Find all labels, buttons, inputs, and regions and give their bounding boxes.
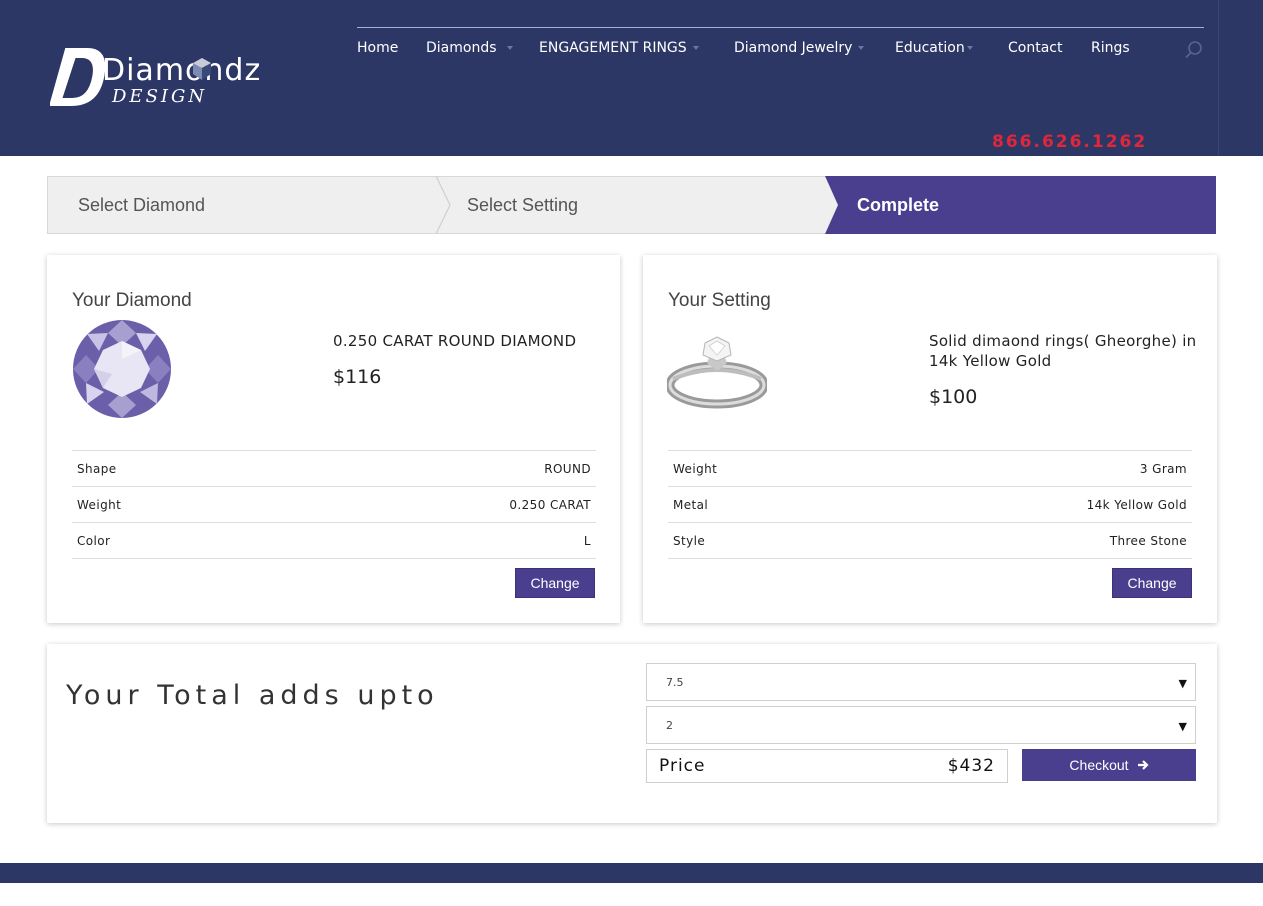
nav-engagement-rings[interactable]: ENGAGEMENT RINGS [539, 40, 699, 56]
setting-card-title: Your Setting [668, 290, 771, 311]
nav-label: Rings [1091, 40, 1130, 56]
table-row: Shape ROUND [72, 451, 596, 487]
nav-diamond-jewelry[interactable]: Diamond Jewelry [734, 40, 865, 56]
diamond-name: 0.250 CARAT ROUND DIAMOND [333, 332, 577, 350]
price-label: Price [659, 756, 706, 776]
spec-label: Shape [77, 461, 117, 476]
spec-label: Style [673, 533, 706, 548]
spec-value: L [583, 533, 591, 548]
dropdown-arrow-icon: ▼ [1178, 720, 1187, 733]
diamond-image [73, 320, 171, 418]
spec-value: 0.250 CARAT [509, 497, 591, 512]
site-header: Diamondz DESIGN Home Diamonds ENGAGEMENT… [0, 0, 1263, 156]
change-setting-button[interactable]: Change [1112, 568, 1192, 598]
chevron-down-icon [692, 46, 699, 50]
diamond-price: $116 [333, 366, 382, 388]
step-select-diamond[interactable]: Select Diamond [78, 176, 205, 234]
spec-label: Weight [673, 461, 718, 476]
nav-label: Contact [1008, 40, 1063, 56]
change-diamond-button[interactable]: Change [515, 568, 595, 598]
quantity-value: 2 [666, 718, 673, 732]
checkout-button[interactable]: Checkout [1022, 749, 1196, 781]
table-row: Metal 14k Yellow Gold [668, 487, 1192, 523]
spec-label: Color [77, 533, 111, 548]
diamond-spec-table: Shape ROUND Weight 0.250 CARAT Color L [72, 450, 596, 559]
nav-home[interactable]: Home [357, 40, 398, 56]
phone-number[interactable]: 866.626.1262 [992, 132, 1147, 152]
nav-diamonds[interactable]: Diamonds [426, 40, 513, 56]
table-row: Weight 0.250 CARAT [72, 487, 596, 523]
quantity-select[interactable]: 2 ▼ [646, 706, 1196, 744]
step-label: Select Setting [467, 194, 579, 215]
step-label: Select Diamond [78, 194, 206, 215]
spec-value: 14k Yellow Gold [1086, 497, 1187, 512]
progress-steps: Select Diamond Select Setting Complete [47, 176, 1216, 234]
nav-label: Education [895, 40, 965, 56]
chevron-down-icon [858, 46, 865, 50]
ring-size-value: 7.5 [666, 675, 684, 689]
steps-background [47, 176, 1216, 234]
chevron-down-icon [966, 46, 973, 50]
nav-label: Diamond Jewelry [734, 40, 853, 56]
nav-label: ENGAGEMENT RINGS [539, 40, 687, 56]
total-price-box: Price $432 [646, 749, 1008, 783]
nav-divider [357, 27, 1204, 28]
setting-price: $100 [929, 386, 978, 408]
checkout-label: Checkout [1069, 757, 1129, 773]
diamond-card-title: Your Diamond [72, 290, 192, 311]
chevron-down-icon [506, 46, 513, 50]
total-card: Your Total adds upto 7.5 ▼ 2 ▼ Price $43… [47, 644, 1217, 823]
ring-size-select[interactable]: 7.5 ▼ [646, 663, 1196, 701]
arrow-right-icon [1137, 760, 1149, 770]
brand-tagline: DESIGN [111, 86, 207, 107]
setting-spec-table: Weight 3 Gram Metal 14k Yellow Gold Style T… [668, 450, 1192, 559]
spec-label: Metal [673, 497, 709, 512]
spec-label: Weight [77, 497, 122, 512]
spec-value: Three Stone [1109, 533, 1187, 548]
spec-value: 3 Gram [1139, 461, 1187, 476]
step-select-setting[interactable]: Select Setting [467, 176, 578, 234]
diamond-card: Your Diamond 0.250 CARAT ROUND DIAMOND $… [47, 255, 620, 623]
search-icon[interactable] [1184, 40, 1204, 60]
spec-value: ROUND [544, 461, 591, 476]
header-divider [1218, 0, 1219, 156]
nav-education[interactable]: Education [895, 40, 973, 56]
price-value: $432 [947, 756, 995, 776]
nav-label: Home [357, 40, 399, 56]
footer-band [0, 863, 1263, 883]
nav-label: Diamonds [426, 40, 497, 56]
table-row: Weight 3 Gram [668, 451, 1192, 487]
table-row: Color L [72, 523, 596, 559]
ring-image [667, 336, 767, 409]
table-row: Style Three Stone [668, 523, 1192, 559]
setting-card: Your Setting Solid dimaond rings( Gheorg… [643, 255, 1217, 623]
step-label: Complete [857, 194, 940, 215]
nav-contact[interactable]: Contact [1008, 40, 1062, 56]
brand-logo[interactable]: Diamondz DESIGN [50, 44, 300, 110]
step-complete: Complete [857, 176, 939, 234]
brand-name: Diamondz [102, 53, 261, 88]
total-title: Your Total adds upto [66, 680, 439, 711]
setting-name: Solid dimaond rings( Gheorghe) in 14k Ye… [929, 332, 1197, 370]
dropdown-arrow-icon: ▼ [1178, 677, 1187, 690]
nav-rings[interactable]: Rings [1091, 40, 1130, 56]
